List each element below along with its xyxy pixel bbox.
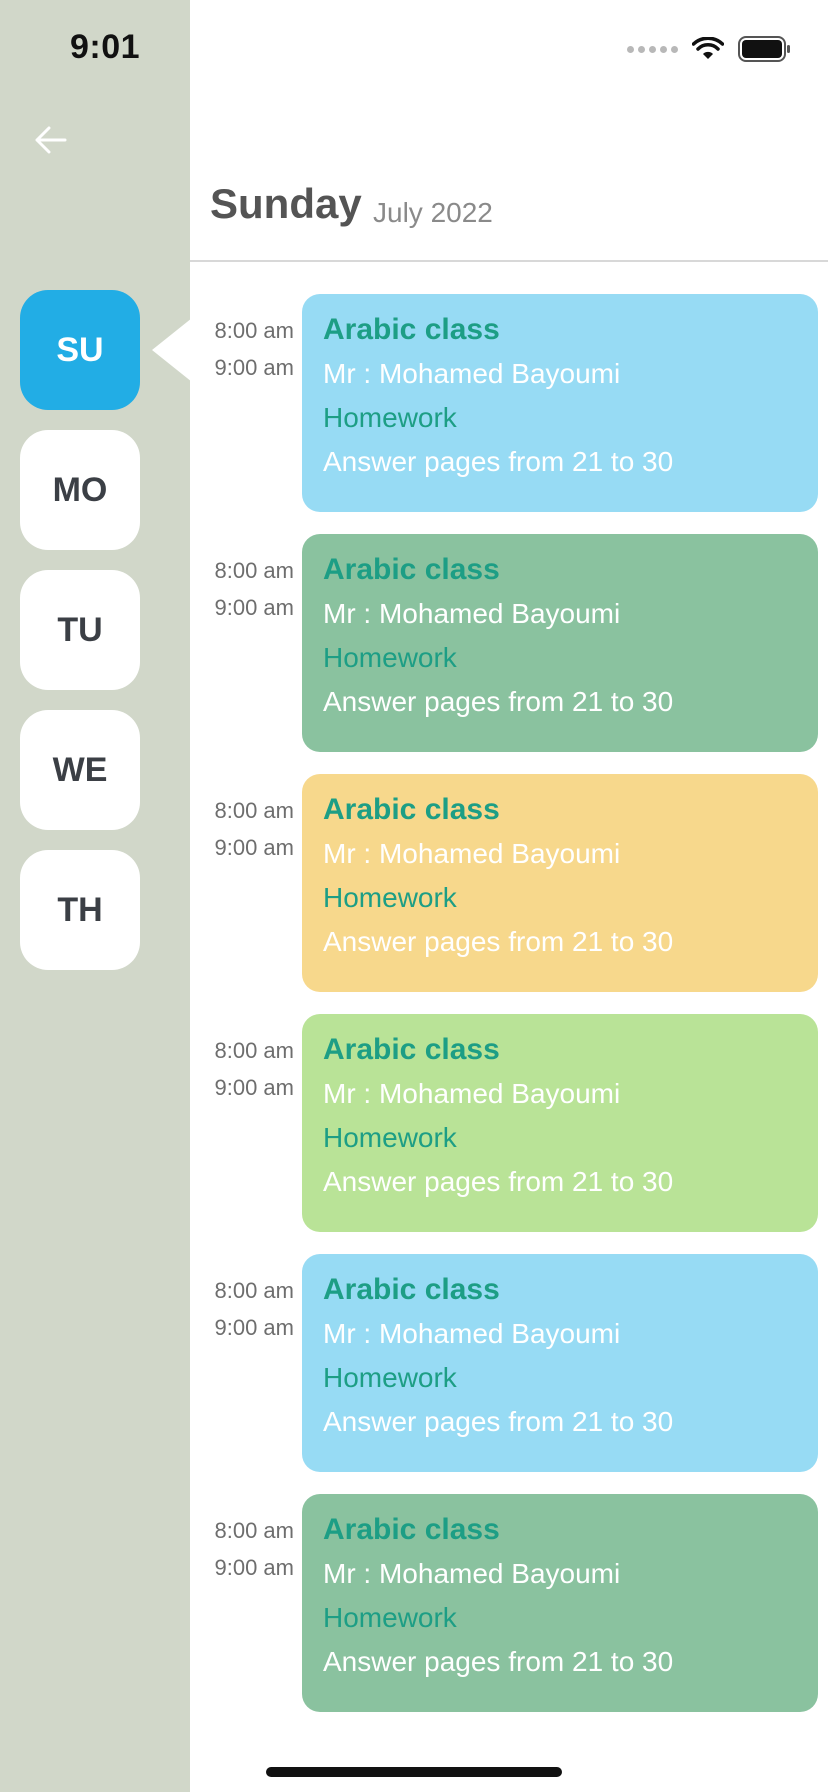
- class-teacher: Mr : Mohamed Bayoumi: [323, 358, 621, 389]
- class-start-time: 8:00 am: [214, 798, 295, 823]
- class-start-time: 8:00 am: [214, 318, 295, 343]
- class-start-time: 8:00 am: [214, 558, 295, 583]
- class-card[interactable]: Arabic class Mr : Mohamed Bayoumi Homework…: [302, 774, 818, 992]
- class-start-time: 8:00 am: [214, 1278, 295, 1303]
- class-row: 8:00 am 9:00 am Arabic class Mr : Mohamed B…: [190, 1254, 828, 1472]
- battery-icon: [738, 36, 792, 62]
- class-end-time: 9:00 am: [214, 1075, 295, 1100]
- homework-text: Answer pages from 21 to 30: [323, 1166, 674, 1197]
- class-subject: Arabic class: [323, 1513, 500, 1546]
- class-subject: Arabic class: [323, 553, 500, 586]
- class-end-time: 9:00 am: [214, 835, 295, 860]
- class-subject: Arabic class: [323, 313, 500, 346]
- day-tab-su[interactable]: SU: [20, 290, 140, 410]
- class-start-time: 8:00 am: [214, 1518, 295, 1543]
- class-subject: Arabic class: [323, 1033, 500, 1066]
- day-tab-th[interactable]: TH: [20, 850, 140, 970]
- selected-day-pointer: [152, 318, 192, 382]
- class-end-time: 9:00 am: [214, 1315, 295, 1340]
- class-subject: Arabic class: [323, 1273, 500, 1306]
- homework-text: Answer pages from 21 to 30: [323, 1646, 674, 1677]
- day-tab-tu[interactable]: TU: [20, 570, 140, 690]
- class-row: 8:00 am 9:00 am Arabic class Mr : Mohamed B…: [190, 534, 828, 752]
- day-sidebar: 9:01 SU MO TU WE TH: [0, 0, 190, 1792]
- class-teacher: Mr : Mohamed Bayoumi: [323, 1318, 621, 1349]
- class-card[interactable]: Arabic class Mr : Mohamed Bayoumi Homework…: [302, 534, 818, 752]
- wifi-icon: [692, 37, 724, 61]
- class-row: 8:00 am 9:00 am Arabic class Mr : Mohamed B…: [190, 1494, 828, 1712]
- class-card[interactable]: Arabic class Mr : Mohamed Bayoumi Homework…: [302, 1014, 818, 1232]
- class-card[interactable]: Arabic class Mr : Mohamed Bayoumi Homework…: [302, 1254, 818, 1472]
- header-divider: [190, 260, 828, 262]
- class-end-time: 9:00 am: [214, 595, 295, 620]
- homework-text: Answer pages from 21 to 30: [323, 926, 674, 957]
- page-title: Sunday: [210, 180, 362, 227]
- status-time: 9:01: [70, 28, 141, 66]
- day-tab-we[interactable]: WE: [20, 710, 140, 830]
- homework-text: Answer pages from 21 to 30: [323, 446, 674, 477]
- class-time: 8:00 am 9:00 am: [204, 312, 295, 386]
- page-subtitle-month: July 2022: [373, 197, 493, 228]
- class-teacher: Mr : Mohamed Bayoumi: [323, 838, 621, 869]
- class-teacher: Mr : Mohamed Bayoumi: [323, 1078, 621, 1109]
- homework-text: Answer pages from 21 to 30: [323, 686, 674, 717]
- class-row: 8:00 am 9:00 am Arabic class Mr : Mohamed B…: [190, 1014, 828, 1232]
- status-icons: [627, 36, 792, 62]
- class-start-time: 8:00 am: [214, 1038, 295, 1063]
- arrow-left-icon: [35, 126, 67, 154]
- homework-label: Homework: [323, 642, 457, 673]
- homework-label: Homework: [323, 1362, 457, 1393]
- homework-text: Answer pages from 21 to 30: [323, 1406, 674, 1437]
- class-time: 8:00 am 9:00 am: [204, 1272, 295, 1346]
- class-time: 8:00 am 9:00 am: [204, 1512, 295, 1586]
- class-subject: Arabic class: [323, 793, 500, 826]
- class-row: 8:00 am 9:00 am Arabic class Mr : Mohamed B…: [190, 774, 828, 992]
- homework-label: Homework: [323, 1602, 457, 1633]
- class-end-time: 9:00 am: [214, 355, 295, 380]
- homework-label: Homework: [323, 882, 457, 913]
- cellular-signal-icon: [627, 45, 678, 53]
- day-tab-mo[interactable]: MO: [20, 430, 140, 550]
- class-card[interactable]: Arabic class Mr : Mohamed Bayoumi Homework…: [302, 294, 818, 512]
- class-time: 8:00 am 9:00 am: [204, 552, 295, 626]
- homework-label: Homework: [323, 402, 457, 433]
- class-teacher: Mr : Mohamed Bayoumi: [323, 1558, 621, 1589]
- class-card[interactable]: Arabic class Mr : Mohamed Bayoumi Homework…: [302, 1494, 818, 1712]
- back-button[interactable]: [30, 120, 80, 160]
- class-teacher: Mr : Mohamed Bayoumi: [323, 598, 621, 629]
- class-time: 8:00 am 9:00 am: [204, 1032, 295, 1106]
- home-indicator: [266, 1767, 562, 1777]
- homework-label: Homework: [323, 1122, 457, 1153]
- class-end-time: 9:00 am: [214, 1555, 295, 1580]
- class-row: 8:00 am 9:00 am Arabic class Mr : Mohamed B…: [190, 294, 828, 512]
- class-time: 8:00 am 9:00 am: [204, 792, 295, 866]
